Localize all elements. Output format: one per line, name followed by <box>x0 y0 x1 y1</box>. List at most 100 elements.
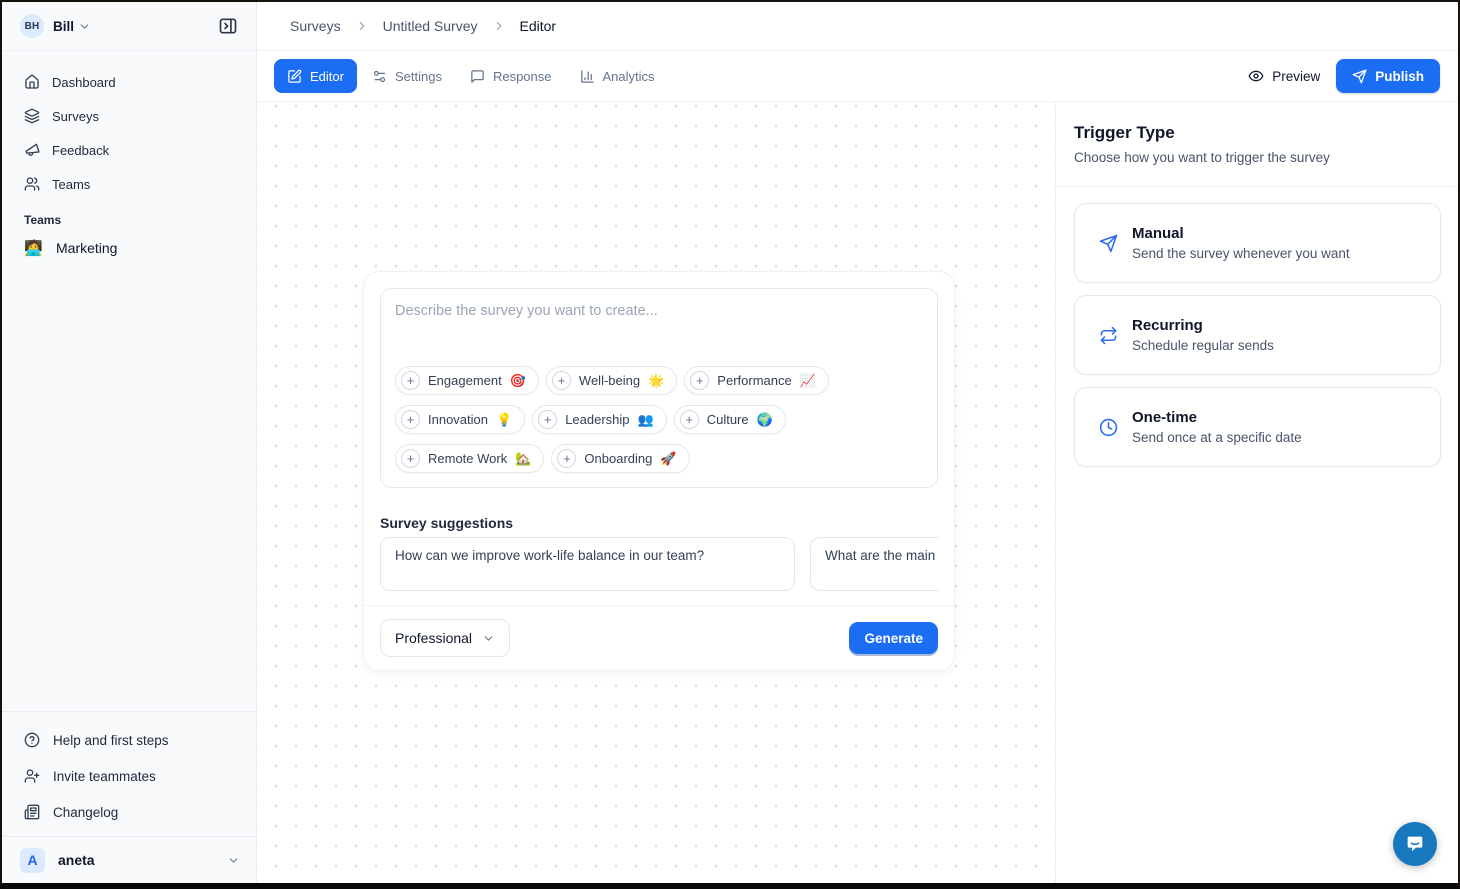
suggestions-row: How can we improve work-life balance in … <box>380 537 938 591</box>
tone-selected-value: Professional <box>395 630 472 646</box>
technologist-emoji-icon: 🧑‍💻 <box>24 239 44 257</box>
tab-bar: Editor Settings Response Analytics Previ… <box>257 51 1458 102</box>
chip-label: Engagement <box>428 373 502 388</box>
message-square-icon <box>470 69 485 84</box>
sidebar-item-label: Dashboard <box>52 75 116 90</box>
sidebar-item-team-marketing[interactable]: 🧑‍💻 Marketing <box>12 231 246 265</box>
tab-analytics[interactable]: Analytics <box>567 59 668 93</box>
eye-icon <box>1248 68 1264 84</box>
suggestion-card[interactable]: How can we improve work-life balance in … <box>380 537 795 591</box>
trigger-option-one-time[interactable]: One-time Send once at a specific date <box>1074 387 1441 467</box>
sidebar-item-changelog[interactable]: Changelog <box>12 794 246 830</box>
topic-chip-well-being[interactable]: + Well-being 🌟 <box>546 366 677 395</box>
trigger-option-description: Schedule regular sends <box>1132 338 1274 353</box>
trigger-panel-subtitle: Choose how you want to trigger the surve… <box>1074 150 1434 165</box>
trigger-option-recurring[interactable]: Recurring Schedule regular sends <box>1074 295 1441 375</box>
plus-icon: + <box>538 410 557 429</box>
bar-chart-icon <box>580 69 595 84</box>
sidebar-item-surveys[interactable]: Surveys <box>12 99 246 133</box>
tab-editor[interactable]: Editor <box>274 59 357 93</box>
sidebar-item-label: Feedback <box>52 143 109 158</box>
account-menu[interactable]: A aneta <box>2 836 256 883</box>
sidebar-item-feedback[interactable]: Feedback <box>12 133 246 167</box>
sidebar-item-teams[interactable]: Teams <box>12 167 246 201</box>
trigger-option-list: Manual Send the survey whenever you want… <box>1056 187 1458 467</box>
trigger-option-description: Send once at a specific date <box>1132 430 1302 445</box>
account-avatar: A <box>20 848 45 873</box>
chat-bubble-icon <box>1404 833 1426 855</box>
breadcrumb-untitled-survey[interactable]: Untitled Survey <box>383 18 478 34</box>
sidebar-item-label: Changelog <box>53 805 118 820</box>
tab-label: Response <box>493 69 552 84</box>
sidebar-spacer <box>2 265 256 711</box>
home-icon <box>24 74 40 90</box>
chart-emoji-icon: 📈 <box>800 373 816 389</box>
trigger-option-title: Manual <box>1132 225 1350 242</box>
send-icon <box>1099 234 1118 253</box>
chip-label: Leadership <box>565 412 629 427</box>
sidebar-item-label: Surveys <box>52 109 99 124</box>
publish-label: Publish <box>1375 69 1424 84</box>
sidebar-collapse-button[interactable] <box>214 12 242 40</box>
chip-label: Performance <box>717 373 791 388</box>
trigger-option-description: Send the survey whenever you want <box>1132 246 1350 261</box>
suggestion-card[interactable]: What are the main ob <box>810 537 938 591</box>
target-emoji-icon: 🎯 <box>510 373 526 389</box>
generate-button[interactable]: Generate <box>849 622 938 654</box>
sliders-icon <box>372 69 387 84</box>
house-emoji-icon: 🏡 <box>515 451 531 467</box>
tone-select[interactable]: Professional <box>380 619 510 657</box>
tab-response[interactable]: Response <box>457 59 565 93</box>
sidebar-item-label: Invite teammates <box>53 769 156 784</box>
workspace: + Engagement 🎯 + Well-being 🌟 + <box>257 102 1458 883</box>
send-icon <box>1352 69 1367 84</box>
trigger-option-title: Recurring <box>1132 317 1274 334</box>
sidebar-item-invite-teammates[interactable]: Invite teammates <box>12 758 246 794</box>
breadcrumb-surveys[interactable]: Surveys <box>290 18 341 34</box>
editor-canvas[interactable]: + Engagement 🎯 + Well-being 🌟 + <box>257 102 1056 883</box>
plus-icon: + <box>690 371 709 390</box>
plus-icon: + <box>401 410 420 429</box>
topic-chip-innovation[interactable]: + Innovation 💡 <box>395 405 525 434</box>
workspace-name: Bill <box>53 19 74 34</box>
preview-button[interactable]: Preview <box>1238 62 1330 90</box>
survey-composer-card: + Engagement 🎯 + Well-being 🌟 + <box>363 271 955 671</box>
megaphone-icon <box>22 140 42 160</box>
plus-icon: + <box>552 371 571 390</box>
chip-label: Onboarding <box>584 451 652 466</box>
tab-settings[interactable]: Settings <box>359 59 455 93</box>
suggestions-title: Survey suggestions <box>380 515 938 531</box>
topic-chip-leadership[interactable]: + Leadership 👥 <box>532 405 667 434</box>
topic-chip-culture[interactable]: + Culture 🌍 <box>674 405 786 434</box>
tab-label: Editor <box>310 69 344 84</box>
topic-chip-performance[interactable]: + Performance 📈 <box>684 366 829 395</box>
bulb-emoji-icon: 💡 <box>496 412 512 428</box>
help-circle-icon <box>24 732 40 748</box>
workspace-avatar: BH <box>20 14 44 38</box>
star-emoji-icon: 🌟 <box>648 373 664 389</box>
clock-icon <box>1099 418 1118 437</box>
sidebar-item-help[interactable]: Help and first steps <box>12 722 246 758</box>
topic-chip-engagement[interactable]: + Engagement 🎯 <box>395 366 539 395</box>
sidebar-item-label: Teams <box>52 177 90 192</box>
trigger-option-manual[interactable]: Manual Send the survey whenever you want <box>1074 203 1441 283</box>
chip-label: Remote Work <box>428 451 507 466</box>
main-area: Surveys Untitled Survey Editor Editor Se… <box>257 2 1458 883</box>
trigger-option-title: One-time <box>1132 409 1302 426</box>
chip-label: Innovation <box>428 412 488 427</box>
plus-icon: + <box>401 449 420 468</box>
topic-chips: + Engagement 🎯 + Well-being 🌟 + <box>395 366 923 473</box>
chevron-down-icon <box>227 854 240 867</box>
plus-icon: + <box>680 410 699 429</box>
workspace-switcher[interactable]: BH Bill <box>2 2 256 51</box>
survey-description-input[interactable] <box>395 303 923 366</box>
newspaper-icon <box>24 804 40 820</box>
topic-chip-onboarding[interactable]: + Onboarding 🚀 <box>551 444 689 473</box>
chip-label: Culture <box>707 412 749 427</box>
teams-section-label: Teams <box>24 213 256 227</box>
sidebar-item-dashboard[interactable]: Dashboard <box>12 65 246 99</box>
prompt-box: + Engagement 🎯 + Well-being 🌟 + <box>380 288 938 488</box>
chat-launcher-button[interactable] <box>1393 822 1437 866</box>
publish-button[interactable]: Publish <box>1336 59 1440 93</box>
topic-chip-remote-work[interactable]: + Remote Work 🏡 <box>395 444 544 473</box>
